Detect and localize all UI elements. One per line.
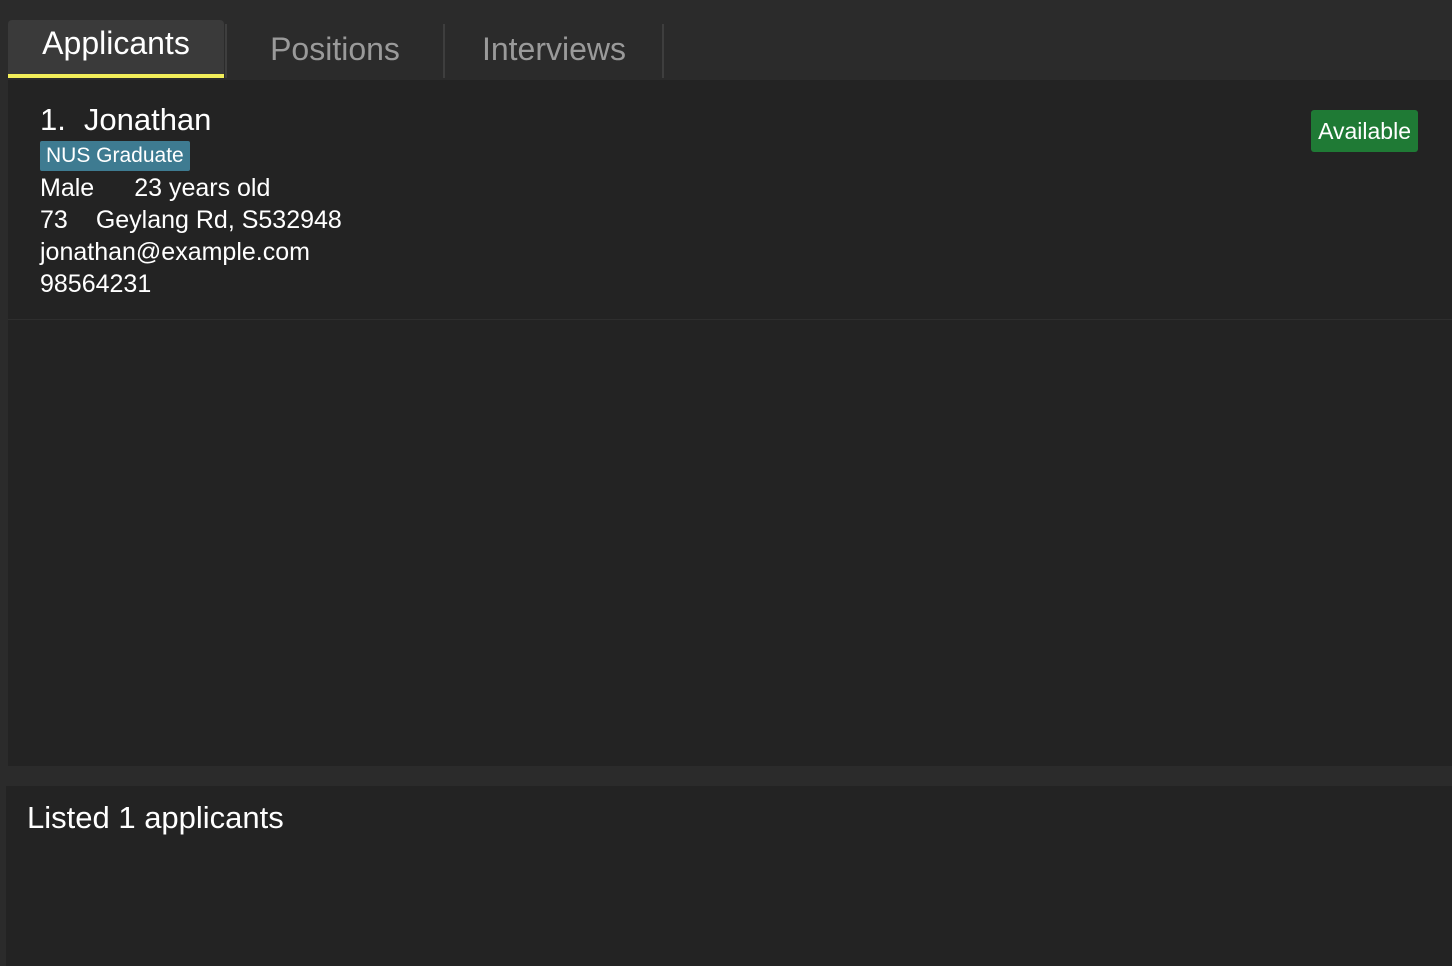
result-message: Listed 1 applicants [27, 800, 284, 835]
applicant-address: 73 Geylang Rd, S532948 [40, 206, 342, 235]
applicant-address-number: 73 [40, 206, 68, 234]
status-badge: Available [1311, 110, 1418, 152]
applicant-email: jonathan@example.com [40, 238, 310, 266]
applicant-tag: NUS Graduate [40, 141, 190, 171]
tab-bar: Applicants Positions Interviews [0, 0, 1452, 80]
app-window: Applicants Positions Interviews 1. Jonath… [0, 0, 1452, 966]
applicant-gender: Male [40, 174, 95, 202]
tab-separator [662, 24, 664, 78]
applicant-index: 1. [40, 102, 66, 137]
applicant-age: 23 years old [134, 174, 271, 202]
applicant-card[interactable]: 1. Jonathan NUS Graduate Male 23 years old… [8, 80, 1452, 320]
applicant-name-row: 1. Jonathan [40, 102, 211, 138]
applicant-list[interactable]: 1. Jonathan NUS Graduate Male 23 years old… [8, 80, 1452, 766]
tab-interviews[interactable]: Interviews [445, 20, 663, 78]
tab-applicants[interactable]: Applicants [8, 20, 224, 78]
applicant-name: Jonathan [83, 102, 212, 137]
applicant-address-street: Geylang Rd, S532948 [95, 206, 342, 234]
applicant-gender-age: Male 23 years old [40, 174, 270, 203]
tab-positions[interactable]: Positions [227, 20, 443, 78]
applicant-phone: 98564231 [40, 270, 152, 298]
result-display: Listed 1 applicants [6, 786, 1452, 966]
